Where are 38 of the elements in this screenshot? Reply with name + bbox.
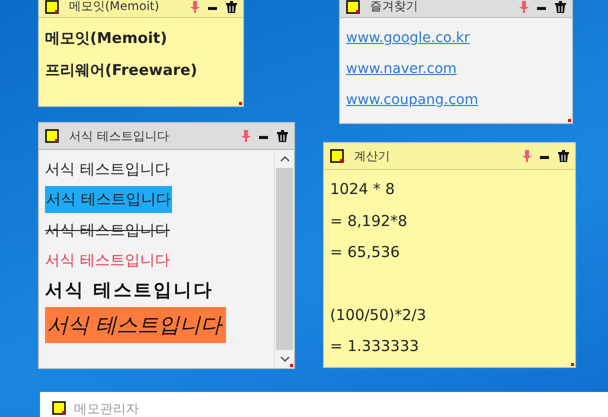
scroll-down-icon[interactable] — [280, 356, 290, 362]
note-title: 메모잇(Memoit) — [69, 0, 160, 15]
trash-icon[interactable] — [555, 0, 566, 12]
resize-grip[interactable] — [571, 363, 574, 366]
note-title: 서식 테스트입니다 — [69, 128, 170, 144]
memo-line: 프리웨어(Freeware) — [45, 60, 198, 81]
note-icon[interactable] — [330, 149, 344, 163]
note-title: 즐겨찾기 — [370, 0, 419, 15]
memo-line: = 65,536 — [330, 242, 400, 263]
resize-grip[interactable] — [290, 364, 293, 367]
scroll-up-icon[interactable] — [280, 156, 290, 162]
memo-line: = 8,192*8 — [330, 210, 408, 232]
resize-grip[interactable] — [568, 119, 571, 122]
trash-icon[interactable] — [226, 0, 237, 12]
pin-icon[interactable] — [522, 150, 532, 162]
memo-line: 서식 테스트입니다 — [45, 220, 170, 241]
note-icon[interactable] — [52, 401, 66, 415]
link[interactable]: www.coupang.com — [346, 84, 478, 115]
memo-line: 메모잇(Memoit) — [45, 28, 168, 49]
trash-icon[interactable] — [277, 130, 288, 142]
link[interactable]: www.google.co.kr — [346, 22, 470, 53]
memo-line: 서식 테스트입니다 — [45, 250, 170, 271]
memo-line: 서식 테스트입니다 — [45, 159, 170, 180]
note-icon[interactable] — [45, 0, 59, 14]
scroll-thumb[interactable] — [276, 168, 293, 350]
pin-icon[interactable] — [190, 0, 200, 12]
memo-line: (100/50)*2/3 — [330, 304, 426, 326]
memo-line: 1024 * 8 — [330, 179, 395, 200]
memo-line: = 1.333333 — [330, 336, 419, 357]
note-icon[interactable] — [45, 129, 59, 143]
window-title: 메모관리자 — [74, 401, 139, 417]
note-title: 계산기 — [354, 148, 391, 164]
note-icon[interactable] — [346, 0, 360, 14]
resize-grip[interactable] — [239, 102, 242, 105]
trash-icon[interactable] — [558, 150, 569, 162]
link[interactable]: www.naver.com — [346, 53, 457, 84]
memo-line: 서식 테스트입니다 — [45, 279, 214, 303]
scrollbar[interactable] — [274, 150, 294, 368]
